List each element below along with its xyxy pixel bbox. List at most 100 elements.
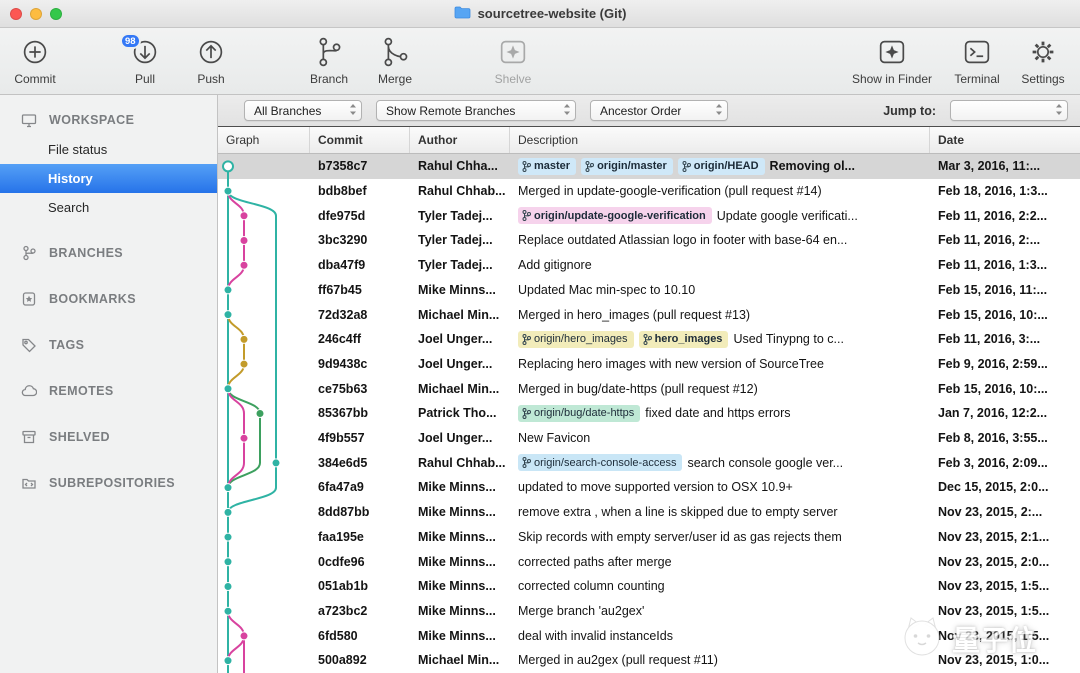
- commit-row[interactable]: 6fa47a9Mike Minns...updated to move supp…: [218, 475, 1080, 500]
- commit-row[interactable]: ff67b45Mike Minns...Updated Mac min-spec…: [218, 278, 1080, 303]
- commit-author: Rahul Chhab...: [410, 184, 510, 198]
- commit-hash: 6fd580: [310, 629, 410, 643]
- commit-row[interactable]: 384e6d5Rahul Chhab...origin/search-conso…: [218, 450, 1080, 475]
- commit-row[interactable]: 9d9438cJoel Unger...Replacing hero image…: [218, 352, 1080, 377]
- column-header-graph[interactable]: Graph: [218, 127, 310, 153]
- branch-icon: [312, 33, 346, 71]
- commit-row[interactable]: faa195eMike Minns...Skip records with em…: [218, 525, 1080, 550]
- commit-row[interactable]: 6fd580Mike Minns...deal with invalid ins…: [218, 623, 1080, 648]
- commit-author: Patrick Tho...: [410, 406, 510, 420]
- commit-row[interactable]: 85367bbPatrick Tho...origin/bug/date-htt…: [218, 401, 1080, 426]
- commit-button[interactable]: Commit: [6, 33, 64, 86]
- commit-message: Merged in hero_images (pull request #13): [518, 308, 750, 322]
- commit-row[interactable]: bdb8befRahul Chhab...Merged in update-go…: [218, 179, 1080, 204]
- sidebar-section-subrepositories[interactable]: SUBREPOSITORIES: [0, 468, 217, 498]
- commit-message: Add gitignore: [518, 258, 592, 272]
- commit-row[interactable]: 500a892Michael Min...Merged in au2gex (p…: [218, 648, 1080, 673]
- commit-message: Skip records with empty server/user id a…: [518, 530, 842, 544]
- sidebar-section-bookmarks[interactable]: BOOKMARKS: [0, 284, 217, 314]
- commit-description: Replacing hero images with new version o…: [510, 357, 930, 371]
- column-header-date[interactable]: Date: [930, 127, 1080, 153]
- commit-date: Feb 18, 2016, 1:3...: [930, 184, 1080, 198]
- commit-message: Removing ol...: [770, 159, 855, 173]
- merge-button[interactable]: Merge: [366, 33, 424, 86]
- branches-icon: [20, 245, 37, 261]
- remote-branches-value: Show Remote Branches: [386, 104, 515, 118]
- chevron-updown-icon: [563, 103, 571, 119]
- branch-icon: [585, 161, 594, 172]
- commit-message: corrected paths after merge: [518, 555, 672, 569]
- column-header-commit[interactable]: Commit: [310, 127, 410, 153]
- commit-author: Rahul Chha...: [410, 159, 510, 173]
- commit-row[interactable]: 72d32a8Michael Min...Merged in hero_imag…: [218, 302, 1080, 327]
- commit-date: Nov 23, 2015, 1:5...: [930, 604, 1080, 618]
- branch-badge: origin/master: [581, 158, 673, 175]
- commit-hash: 6fa47a9: [310, 480, 410, 494]
- branch-filter-dropdown[interactable]: All Branches: [244, 100, 362, 121]
- graph-cell: [218, 599, 310, 624]
- branch-filter-value: All Branches: [254, 104, 321, 118]
- order-dropdown[interactable]: Ancestor Order: [590, 100, 728, 121]
- commit-hash: 051ab1b: [310, 579, 410, 593]
- commit-date: Jan 7, 2016, 12:2...: [930, 406, 1080, 420]
- commit-row[interactable]: 4f9b557Joel Unger...New FaviconFeb 8, 20…: [218, 426, 1080, 451]
- sidebar-section-workspace[interactable]: WORKSPACE: [0, 105, 217, 135]
- close-button[interactable]: [10, 8, 22, 20]
- commit-row[interactable]: dfe975dTyler Tadej...origin/update-googl…: [218, 203, 1080, 228]
- commit-date: Feb 3, 2016, 2:09...: [930, 456, 1080, 470]
- commit-date: Nov 23, 2015, 2:0...: [930, 555, 1080, 569]
- pull-button[interactable]: 98 Pull: [116, 33, 174, 86]
- column-header-description[interactable]: Description: [510, 127, 930, 153]
- bookmarks-label: BOOKMARKS: [49, 292, 136, 306]
- sidebar-section-remotes[interactable]: REMOTES: [0, 376, 217, 406]
- branch-icon: [522, 161, 531, 172]
- sidebar-item-search[interactable]: Search: [0, 193, 217, 222]
- commit-hash: bdb8bef: [310, 184, 410, 198]
- commit-row[interactable]: 0cdfe96Mike Minns...corrected paths afte…: [218, 549, 1080, 574]
- branch-badge-label: origin/hero_images: [534, 333, 628, 345]
- commit-date: Feb 11, 2016, 2:...: [930, 233, 1080, 247]
- commit-row[interactable]: 8dd87bbMike Minns...remove extra , when …: [218, 500, 1080, 525]
- sidebar-section-branches[interactable]: BRANCHES: [0, 238, 217, 268]
- commit-hash: 4f9b557: [310, 431, 410, 445]
- branch-badge-label: origin/HEAD: [694, 160, 759, 172]
- commit-row[interactable]: 051ab1bMike Minns...corrected column cou…: [218, 574, 1080, 599]
- shelved-label: SHELVED: [49, 430, 110, 444]
- commit-row[interactable]: 3bc3290Tyler Tadej...Replace outdated At…: [218, 228, 1080, 253]
- minimize-button[interactable]: [30, 8, 42, 20]
- commit-author: Mike Minns...: [410, 505, 510, 519]
- commit-row[interactable]: b7358c7Rahul Chha...masterorigin/mastero…: [218, 154, 1080, 179]
- sidebar-section-tags[interactable]: TAGS: [0, 330, 217, 360]
- branch-label: Branch: [310, 72, 348, 86]
- terminal-button[interactable]: Terminal: [948, 33, 1006, 86]
- sidebar-section-shelved[interactable]: SHELVED: [0, 422, 217, 452]
- branch-badge-label: origin/search-console-access: [534, 457, 676, 469]
- commit-description: Replace outdated Atlassian logo in foote…: [510, 233, 930, 247]
- branch-badge: origin/bug/date-https: [518, 405, 640, 422]
- remote-branches-dropdown[interactable]: Show Remote Branches: [376, 100, 576, 121]
- sidebar-item-file-status[interactable]: File status: [0, 135, 217, 164]
- push-label: Push: [197, 72, 224, 86]
- commit-message: Used Tinypng to c...: [733, 332, 843, 346]
- jump-to-dropdown[interactable]: [950, 100, 1068, 121]
- show-in-finder-button[interactable]: Show in Finder: [852, 33, 932, 86]
- commit-row[interactable]: dba47f9Tyler Tadej...Add gitignoreFeb 11…: [218, 253, 1080, 278]
- push-button[interactable]: Push: [182, 33, 240, 86]
- zoom-button[interactable]: [50, 8, 62, 20]
- shelve-button[interactable]: Shelve: [484, 33, 542, 86]
- branch-badge: master: [518, 158, 576, 175]
- commit-row[interactable]: a723bc2Mike Minns...Merge branch 'au2gex…: [218, 599, 1080, 624]
- branch-icon: [522, 457, 531, 468]
- commit-row[interactable]: 246c4ffJoel Unger...origin/hero_imageshe…: [218, 327, 1080, 352]
- column-header-author[interactable]: Author: [410, 127, 510, 153]
- branch-badge: hero_images: [639, 331, 729, 348]
- commit-author: Mike Minns...: [410, 604, 510, 618]
- branch-button[interactable]: Branch: [300, 33, 358, 86]
- sidebar-item-history[interactable]: History: [0, 164, 217, 193]
- commit-description: master origin/master origin/HEAD Removing o…: [510, 158, 930, 175]
- settings-button[interactable]: Settings: [1014, 33, 1072, 86]
- remotes-cloud-icon: [20, 383, 37, 399]
- commit-row[interactable]: ce75b63Michael Min...Merged in bug/date-…: [218, 376, 1080, 401]
- graph-cell: [218, 179, 310, 204]
- branch-badge-label: origin/bug/date-https: [534, 407, 634, 419]
